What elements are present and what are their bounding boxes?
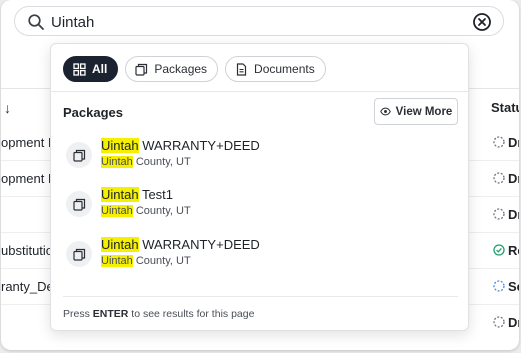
- status-badge: Re: [493, 243, 519, 258]
- row-name: ubstitutio: [1, 243, 54, 258]
- match-highlight: Uintah: [101, 237, 139, 252]
- dashed-circle-gray-icon: [493, 208, 505, 220]
- packages-icon: [72, 198, 85, 211]
- status-text: Dr: [508, 171, 519, 186]
- divider: [63, 296, 458, 297]
- dashed-circle-gray-icon: [493, 172, 505, 184]
- result-subtitle-rest: County, UT: [132, 156, 191, 168]
- filter-chip-all[interactable]: All: [63, 56, 119, 82]
- status-text: Se: [508, 279, 519, 294]
- result-title: Uintah WARRANTY+DEED: [101, 138, 260, 153]
- app-window: ↓ Status opment M Dr opment M Dr Dr ubst…: [1, 0, 519, 350]
- status-text: Re: [508, 243, 519, 258]
- status-badge: Dr: [493, 171, 519, 186]
- status-column-header[interactable]: Status: [491, 100, 519, 115]
- status-badge: Se: [493, 279, 519, 294]
- status-badge: Dr: [493, 315, 519, 330]
- filter-chip-label: Packages: [154, 62, 208, 76]
- result-subtitle: Uintah County, UT: [101, 156, 191, 168]
- search-bar[interactable]: [14, 6, 504, 36]
- search-results-dropdown: All Packages Documents Packages View Mor…: [50, 43, 469, 331]
- status-badge: Dr: [493, 207, 519, 222]
- result-title: Uintah Test1: [101, 187, 173, 202]
- footer-hint: Press ENTER to see results for this page: [63, 308, 254, 320]
- packages-icon: [72, 248, 85, 261]
- match-highlight: Uintah: [101, 205, 133, 217]
- filter-chip-documents[interactable]: Documents: [225, 56, 326, 82]
- filter-chip-label: Documents: [254, 62, 315, 76]
- package-icon-badge: [66, 191, 92, 217]
- package-icon-badge: [66, 142, 92, 168]
- result-title-rest: WARRANTY+DEED: [138, 138, 260, 153]
- match-highlight: Uintah: [101, 138, 139, 153]
- status-text: Dr: [508, 135, 519, 150]
- search-icon: [28, 14, 44, 30]
- status-text: Dr: [508, 207, 519, 222]
- section-title: Packages: [63, 105, 123, 120]
- result-title: Uintah WARRANTY+DEED: [101, 237, 260, 252]
- view-more-label: View More: [395, 105, 453, 118]
- result-title-rest: WARRANTY+DEED: [138, 237, 260, 252]
- divider: [51, 91, 468, 92]
- footer-key: ENTER: [92, 308, 129, 320]
- result-subtitle-rest: County, UT: [132, 205, 191, 217]
- search-input[interactable]: [51, 12, 451, 32]
- result-subtitle: Uintah County, UT: [101, 255, 191, 267]
- document-icon: [236, 62, 247, 76]
- dashed-circle-gray-icon: [493, 136, 505, 148]
- dashed-circle-blue-icon: [493, 280, 505, 292]
- match-highlight: Uintah: [101, 255, 133, 267]
- grid-icon: [73, 62, 86, 76]
- match-highlight: Uintah: [101, 187, 139, 202]
- filter-chip-packages[interactable]: Packages: [125, 56, 219, 82]
- check-circle-green-icon: [493, 244, 505, 256]
- dashed-circle-gray-icon: [493, 316, 505, 328]
- view-more-button[interactable]: View More: [374, 98, 458, 125]
- clear-search-icon[interactable]: [472, 12, 492, 32]
- result-subtitle: Uintah County, UT: [101, 205, 191, 217]
- result-subtitle-rest: County, UT: [132, 255, 191, 267]
- result-title-rest: Test1: [138, 187, 174, 202]
- result-item[interactable]: Uintah Test1 Uintah County, UT: [63, 187, 458, 231]
- status-text: Dr: [508, 315, 519, 330]
- filter-chip-label: All: [92, 62, 108, 76]
- footer-suffix: to see results for this page: [128, 308, 255, 320]
- match-highlight: Uintah: [101, 156, 133, 168]
- package-icon-badge: [66, 241, 92, 267]
- eye-icon: [379, 107, 391, 116]
- sort-arrow-icon[interactable]: ↓: [4, 100, 11, 116]
- filter-chips: All Packages Documents: [63, 56, 326, 82]
- packages-icon: [72, 149, 85, 162]
- result-item[interactable]: Uintah WARRANTY+DEED Uintah County, UT: [63, 237, 458, 281]
- status-badge: Dr: [493, 135, 519, 150]
- packages-icon: [135, 63, 148, 76]
- result-item[interactable]: Uintah WARRANTY+DEED Uintah County, UT: [63, 138, 458, 182]
- footer-prefix: Press: [63, 308, 93, 320]
